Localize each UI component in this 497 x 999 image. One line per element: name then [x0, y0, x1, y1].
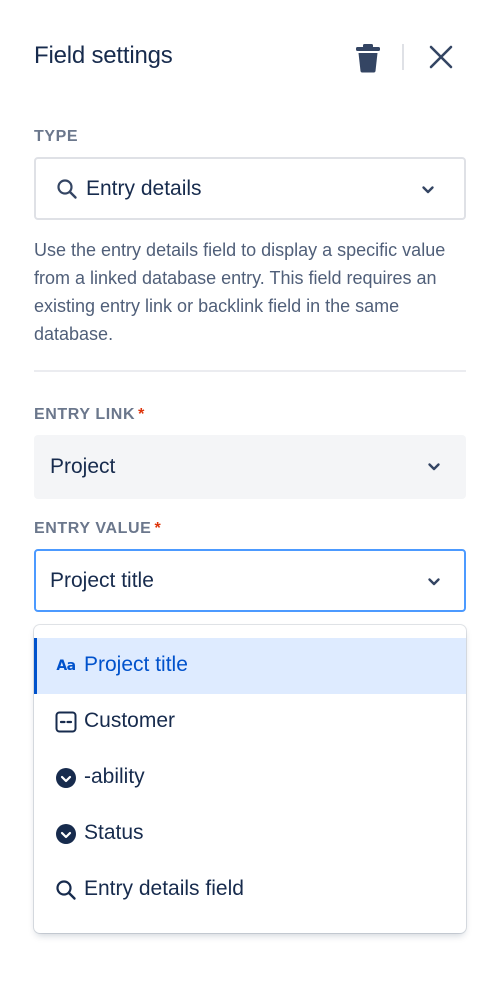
required-asterisk: * — [154, 520, 162, 537]
entry-link-label-text: ENTRY LINK — [34, 406, 136, 423]
menu-item-entry-details-field[interactable]: Entry details field — [34, 862, 466, 918]
entry-value-select[interactable]: Project title — [34, 549, 466, 612]
field-dashed-box-icon — [54, 710, 78, 734]
entry-value-value: Project title — [50, 569, 154, 592]
menu-item-label: Customer — [84, 709, 176, 732]
entry-value-dropdown-menu: Aa Project title Customer -ability Statu — [34, 625, 466, 933]
section-divider — [34, 370, 466, 372]
menu-item-label: Status — [84, 821, 144, 844]
required-asterisk: * — [138, 406, 145, 423]
trash-icon[interactable] — [352, 41, 384, 75]
search-icon — [56, 178, 78, 205]
entry-link-select[interactable]: Project — [34, 435, 466, 499]
header-divider — [402, 44, 404, 70]
menu-item-project-title[interactable]: Aa Project title — [34, 638, 466, 694]
entry-value-label-text: ENTRY VALUE — [34, 520, 152, 537]
menu-item-label: Project title — [84, 653, 188, 676]
menu-item-label: -ability — [84, 765, 145, 788]
panel-header: Field settings — [34, 38, 464, 78]
entry-link-value: Project — [50, 455, 116, 478]
search-icon — [54, 878, 78, 902]
type-description: Use the entry details field to display a… — [34, 240, 446, 344]
text-aa-icon: Aa — [56, 658, 76, 674]
check-circle-icon — [54, 822, 78, 846]
chevron-down-icon — [421, 183, 435, 197]
type-select[interactable]: Entry details — [34, 157, 466, 220]
check-circle-icon — [54, 766, 78, 790]
chevron-down-icon — [427, 575, 441, 589]
close-icon[interactable] — [424, 40, 458, 74]
panel-title: Field settings — [34, 42, 173, 69]
entry-value-label: ENTRY VALUE * — [34, 520, 161, 538]
type-label: TYPE — [34, 128, 79, 145]
type-select-value: Entry details — [86, 177, 202, 200]
menu-item-ability[interactable]: -ability — [34, 750, 466, 806]
menu-item-label: Entry details field — [84, 877, 244, 900]
menu-item-customer[interactable]: Customer — [34, 694, 466, 750]
entry-link-label: ENTRY LINK * — [34, 406, 145, 424]
menu-item-status[interactable]: Status — [34, 806, 466, 862]
chevron-down-icon — [427, 460, 441, 474]
